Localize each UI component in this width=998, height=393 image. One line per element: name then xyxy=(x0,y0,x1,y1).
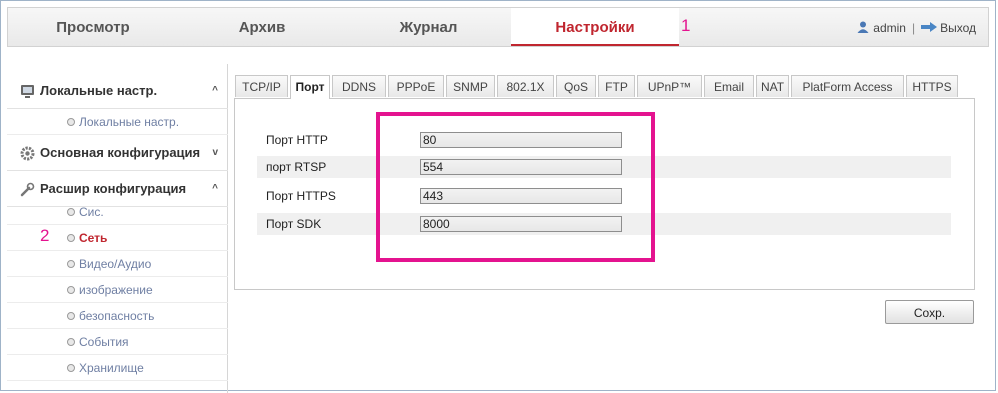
sidebar-item-security[interactable]: безопасность xyxy=(7,303,228,329)
sidebar-item-storage[interactable]: Хранилище xyxy=(7,355,228,381)
tab-tcpip[interactable]: TCP/IP xyxy=(235,75,288,97)
port-row-sdk: Порт SDK xyxy=(257,213,951,235)
local-config-icon xyxy=(21,85,34,98)
tab-port[interactable]: Порт xyxy=(290,75,330,99)
sidebar-item-system[interactable]: Сис. xyxy=(7,199,228,225)
bullet-icon xyxy=(67,286,75,294)
username[interactable]: admin xyxy=(873,21,906,35)
tab-ddns[interactable]: DDNS xyxy=(332,75,386,97)
sidebar-item-label: Сис. xyxy=(79,205,104,219)
port-settings-panel: Порт HTTP порт RTSP Порт HTTPS Порт SDK xyxy=(234,98,975,290)
bullet-icon xyxy=(67,234,75,242)
tab-8021x[interactable]: 802.1X xyxy=(497,75,554,97)
rtsp-port-input[interactable] xyxy=(420,159,622,175)
chevron-up-icon: ^ xyxy=(212,85,218,96)
tab-snmp[interactable]: SNMP xyxy=(446,75,495,97)
sidebar-item-image[interactable]: изображение xyxy=(7,277,228,303)
top-nav: Просмотр Архив Журнал Настройки admin | В… xyxy=(7,7,989,47)
port-row-rtsp: порт RTSP xyxy=(257,156,951,178)
http-port-label: Порт HTTP xyxy=(266,133,328,147)
annotation-marker-1: 1 xyxy=(681,16,691,35)
tab-pppoe[interactable]: PPPoE xyxy=(388,75,444,97)
sdk-port-input[interactable] xyxy=(420,216,622,232)
tab-ftp[interactable]: FTP xyxy=(598,75,635,97)
nav-tab-configuration[interactable]: Настройки xyxy=(511,8,679,46)
tab-qos[interactable]: QoS xyxy=(556,75,596,97)
nav-tab-log[interactable]: Журнал xyxy=(346,8,511,46)
user-area: admin | Выход xyxy=(857,8,976,46)
nav-tab-playback[interactable]: Архив xyxy=(178,8,346,46)
bullet-icon xyxy=(67,312,75,320)
user-icon xyxy=(857,21,869,33)
sdk-port-label: Порт SDK xyxy=(266,217,322,231)
tab-upnp[interactable]: UPnP™ xyxy=(637,75,702,97)
sidebar-item-label: Хранилище xyxy=(79,361,144,375)
sidebar-item-label: Локальные настр. xyxy=(79,115,180,129)
logout-link[interactable]: Выход xyxy=(940,21,976,35)
bullet-icon xyxy=(67,338,75,346)
port-row-http: Порт HTTP xyxy=(257,129,951,151)
sidebar-item-label: События xyxy=(79,335,129,349)
logout-icon[interactable] xyxy=(921,22,938,32)
chevron-down-icon: v xyxy=(212,147,218,158)
bullet-icon xyxy=(67,364,75,372)
https-port-label: Порт HTTPS xyxy=(266,189,336,203)
tab-platform-access[interactable]: PlatForm Access xyxy=(791,75,904,97)
sidebar-item-label: Сеть xyxy=(79,231,108,245)
sidebar-section-basic-config[interactable]: Основная конфигурация v xyxy=(7,135,228,171)
sidebar-item-video-audio[interactable]: Видео/Аудио xyxy=(7,251,228,277)
sidebar-item-label: изображение xyxy=(79,283,153,297)
sidebar-item-local-config[interactable]: Локальные настр. xyxy=(7,109,228,135)
sidebar-item-events[interactable]: События xyxy=(7,329,228,355)
save-button[interactable]: Сохр. xyxy=(885,300,974,324)
sidebar-section-label: Локальные настр. xyxy=(40,83,158,98)
sidebar-item-label: безопасность xyxy=(79,309,155,323)
bullet-icon xyxy=(67,260,75,268)
user-separator: | xyxy=(911,21,916,35)
rtsp-port-label: порт RTSP xyxy=(266,160,327,174)
https-port-input[interactable] xyxy=(420,188,622,204)
annotation-marker-2: 2 xyxy=(40,226,50,245)
tab-nat[interactable]: NAT xyxy=(756,75,789,97)
nav-tab-live-view[interactable]: Просмотр xyxy=(8,8,178,46)
port-row-https: Порт HTTPS xyxy=(257,185,951,207)
bullet-icon xyxy=(67,208,75,216)
sidebar-section-local-config[interactable]: Локальные настр. ^ xyxy=(7,73,228,109)
sidebar-item-label: Видео/Аудио xyxy=(79,257,152,271)
http-port-input[interactable] xyxy=(420,132,622,148)
bullet-icon xyxy=(67,118,75,126)
gear-icon xyxy=(20,146,35,161)
tab-email[interactable]: Email xyxy=(704,75,754,97)
sidebar-section-label: Основная конфигурация xyxy=(40,145,201,160)
tab-https[interactable]: HTTPS xyxy=(906,75,958,97)
wrench-icon xyxy=(20,182,35,197)
